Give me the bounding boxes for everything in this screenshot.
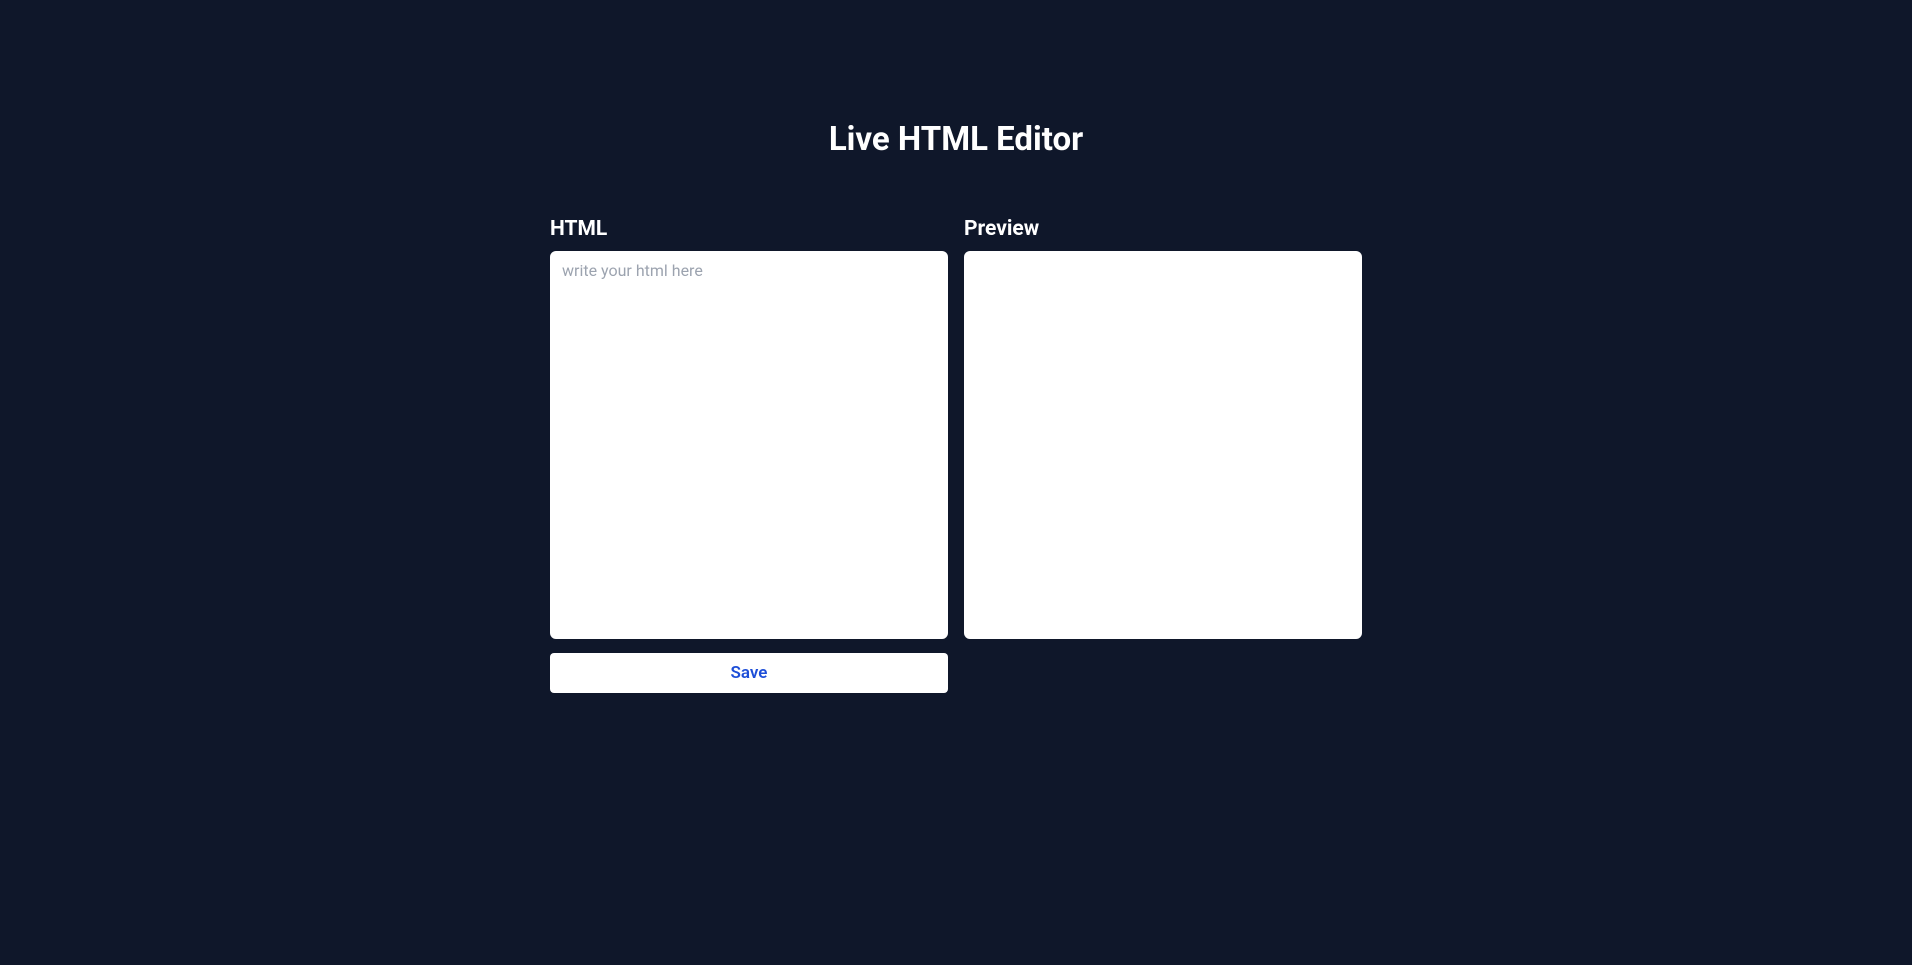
save-button[interactable]: Save [550, 653, 948, 693]
editor-wrapper: HTML Save Preview [550, 217, 1362, 693]
html-label: HTML [550, 217, 948, 241]
page-title: Live HTML Editor [550, 120, 1362, 159]
preview-column: Preview [964, 217, 1362, 693]
preview-panel [964, 251, 1362, 639]
preview-label: Preview [964, 217, 1362, 241]
html-input[interactable] [550, 251, 948, 639]
html-column: HTML Save [550, 217, 948, 693]
editor-container: Live HTML Editor HTML Save Preview [550, 0, 1362, 693]
